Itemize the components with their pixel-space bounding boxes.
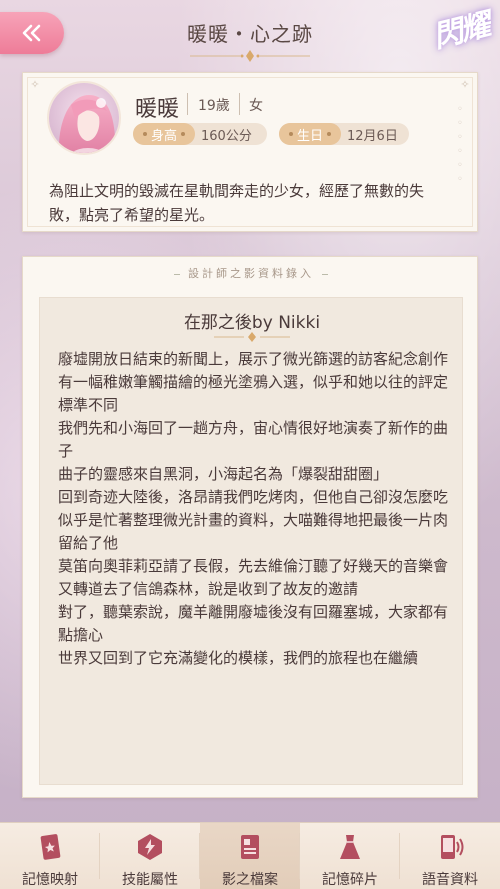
character-gender: 女 [249,98,263,114]
entry-line: 回到奇迹大陸後，洛昂請我們吃烤肉，但他自己卻沒怎麼吃 [58,488,449,506]
nav-label: 語音資料 [422,872,478,888]
nav-label: 記憶映射 [22,872,78,888]
lightning-badge-icon [134,831,166,863]
profile-card: ✧ ✧ 暖暖 19歲 女 身高 160公分 生日 12月6日 ◦ ◦ ◦ ◦ ◦… [22,72,478,232]
entry-line: 莫笛向奧菲莉亞請了長假，先去維倫汀聽了好幾天的音樂會 [58,557,449,575]
header-bar: 暖暖・心之跡 閃耀 [0,0,500,64]
nav-item-memory-mapping[interactable]: 記憶映射 [0,823,100,889]
height-value: 160公分 [201,128,252,144]
entry-body: 廢墟開放日結束的新聞上，展示了微光篩選的訪客紀念創作 有一幅稚嫩筆觸描繪的極光塗… [58,348,450,670]
entry-line: 廢墟開放日結束的新聞上，展示了微光篩選的訪客紀念創作 [58,350,449,368]
section-heading: 設計師之影資料錄入 [23,265,479,281]
dress-icon [334,831,366,863]
height-tag: 身高 160公分 [133,123,267,145]
entry-title: 在那之後by Nikki [183,313,321,333]
character-bio: 為阻止文明的毀滅在星軌間奔走的少女，經歷了無數的失敗，點亮了希望的星光。 [49,182,425,224]
nav-item-voice-data[interactable]: 語音資料 [400,823,500,889]
section-heading-text: 設計師之影資料錄入 [188,267,314,280]
height-label: 身高 [133,123,196,145]
nav-label: 記憶碎片 [322,872,378,888]
divider [239,93,240,115]
brand-logo: 閃耀 [390,0,494,60]
brand-logo-text: 閃耀 [429,7,493,56]
avatar [47,81,121,155]
entry-line: 似乎是忙著整理微光計畫的資料，大喵難得地把最後一片肉留給了他 [58,511,449,552]
corner-ornament: ✧ [460,78,470,91]
document-icon [234,831,266,863]
birthday-label: 生日 [279,123,342,145]
birthday-value: 12月6日 [347,128,398,144]
nav-label: 技能屬性 [122,872,178,888]
entry-line: 對了，聽葉索說，魔羊離開廢墟後沒有回羅塞城，大家都有點擔心 [58,603,449,644]
entry-line: 又轉道去了信鴿森林，說是收到了故友的邀請 [58,580,359,598]
nav-item-skill-attributes[interactable]: 技能屬性 [100,823,200,889]
card-star-icon [34,831,66,863]
nav-label: 影之檔案 [222,872,278,888]
corner-ornament: ✧ [30,78,40,91]
character-name: 暖暖 [135,97,180,122]
entry-line: 有一幅稚嫩筆觸描繪的極光塗鴉入選，似乎和她以往的評定標準不同 [58,373,449,414]
entry-line: 世界又回到了它充滿變化的模樣，我們的旅程也在繼續 [58,649,419,667]
nav-item-memory-fragments[interactable]: 記憶碎片 [300,823,400,889]
character-age: 19歲 [198,98,230,114]
bottom-nav: 記憶映射 技能屬性 影之檔案 記憶碎片 語音資料 [0,822,500,889]
birthday-tag: 生日 12月6日 [279,123,409,145]
entry-line: 曲子的靈感來自黑洞，小海起名為「爆裂甜甜圈」 [58,465,389,483]
entry-ornament [214,332,290,342]
divider [187,93,188,115]
nav-item-shadow-archive[interactable]: 影之檔案 [200,823,300,889]
designer-archive-card: 設計師之影資料錄入 在那之後by Nikki 廢墟開放日結束的新聞上，展示了微光… [22,256,478,798]
phone-voice-icon [434,831,466,863]
side-decoration: ◦ ◦ ◦ ◦ ◦ ◦ [457,104,463,185]
entry-line: 我們先和小海回了一趟方舟，宙心情很好地演奏了新作的曲子 [58,419,449,460]
title-ornament [190,50,310,62]
entry-panel: 在那之後by Nikki 廢墟開放日結束的新聞上，展示了微光篩選的訪客紀念創作 … [39,297,463,785]
